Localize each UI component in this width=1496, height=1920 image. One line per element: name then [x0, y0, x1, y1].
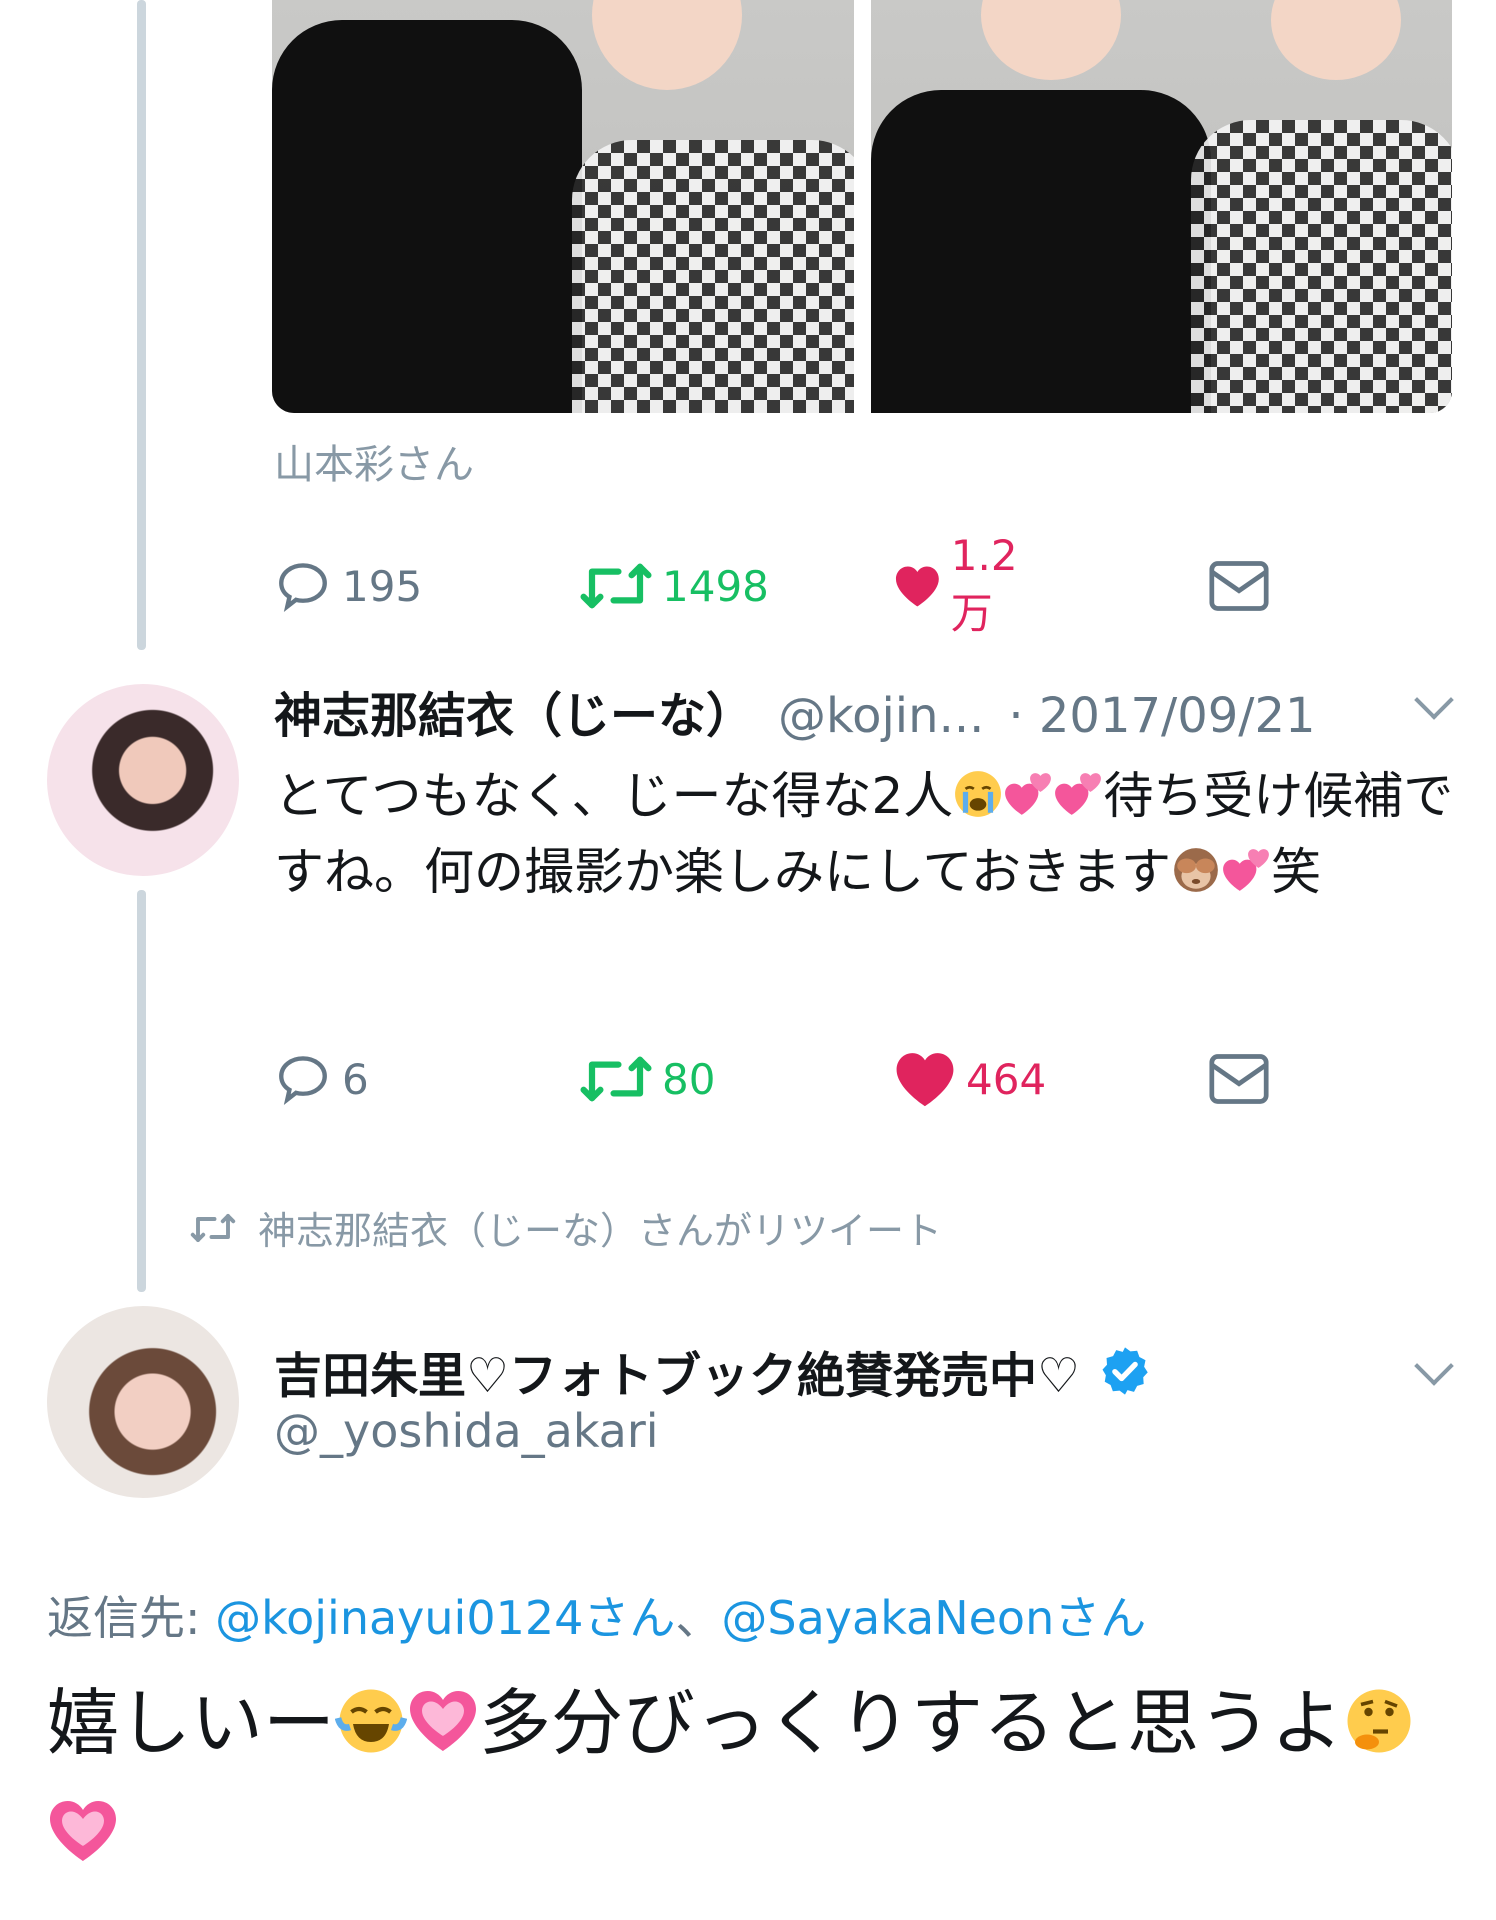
like-count: 1.2万: [950, 531, 1018, 638]
heart-icon: [895, 566, 939, 607]
chevron-down-icon[interactable]: [1414, 680, 1454, 720]
chevron-down-icon[interactable]: [1414, 1346, 1454, 1386]
reply-icon: [279, 1056, 327, 1105]
two-hearts-emoji-icon: [1055, 773, 1102, 815]
tears-of-joy-emoji-icon: [335, 1689, 408, 1753]
crying-face-emoji-icon: [955, 771, 1002, 817]
retweet-icon: [580, 563, 652, 609]
retweet-count: 80: [662, 1054, 716, 1104]
mention-link[interactable]: @SayakaNeonさん: [721, 1591, 1146, 1645]
heart-icon: [896, 1053, 954, 1107]
retweet-icon: [580, 1056, 652, 1102]
retweet-count: 1498: [662, 561, 769, 611]
envelope-icon: [1209, 561, 1269, 611]
avatar[interactable]: [47, 684, 239, 876]
two-hearts-emoji-icon: [1223, 849, 1269, 891]
tweet-header: 神志那結衣（じーな） @kojin... · 2017/09/21: [274, 676, 1316, 746]
two-hearts-emoji-icon: [1005, 773, 1052, 815]
like-button[interactable]: 1.2万: [894, 531, 1033, 638]
sparkling-heart-emoji-icon: [50, 1800, 116, 1861]
quoted-tweet-caption: 山本彩さん: [274, 442, 474, 488]
thread-line-top: [137, 0, 146, 650]
user-handle[interactable]: @kojin...: [778, 688, 984, 744]
thread-line-middle: [137, 890, 146, 1292]
reply-icon: [279, 563, 327, 612]
reply-button[interactable]: 6: [274, 1047, 369, 1111]
tweet-date[interactable]: · 2017/09/21: [1008, 688, 1315, 744]
retweet-icon: [190, 1213, 236, 1242]
reply-count: 6: [342, 1054, 369, 1104]
envelope-icon: [1209, 1054, 1269, 1104]
reply-count: 195: [342, 561, 423, 611]
avatar[interactable]: [47, 1306, 239, 1498]
dm-button[interactable]: [1208, 554, 1270, 618]
display-name[interactable]: 神志那結衣（じーな）: [274, 676, 754, 746]
sparkling-heart-emoji-icon: [410, 1690, 477, 1751]
dm-button[interactable]: [1208, 1047, 1270, 1111]
like-count: 464: [966, 1054, 1047, 1104]
reply-button[interactable]: 195: [274, 554, 422, 618]
display-name: 吉田朱里♡フォトブック絶賛発売中♡: [274, 1348, 1081, 1404]
thinking-face-emoji-icon: [1347, 1689, 1411, 1753]
author-name[interactable]: 吉田朱里♡フォトブック絶賛発売中♡: [274, 1336, 1152, 1406]
like-button[interactable]: 464: [894, 1047, 1046, 1111]
tweet-photo-1[interactable]: [272, 0, 854, 413]
retweet-banner-text: 神志那結衣（じーな）さんがリツイート: [258, 1209, 943, 1253]
tweet-text: とてつもなく、じーな得な2人 待ち受け候補ですね。何の撮影か楽しみにしておきます笑: [274, 767, 1454, 901]
reply-to-line: 返信先: @kojinayui0124さん、@SayakaNeonさん: [47, 1591, 1147, 1645]
tweet-photo-2[interactable]: [871, 0, 1452, 413]
retweet-button[interactable]: 80: [580, 1047, 715, 1111]
mention-link[interactable]: @kojinayui0124さん: [215, 1591, 675, 1645]
verified-badge-icon: [1102, 1347, 1148, 1395]
user-handle[interactable]: @_yoshida_akari: [274, 1404, 659, 1458]
retweet-button[interactable]: 1498: [580, 554, 769, 618]
see-no-evil-monkey-emoji-icon: [1174, 848, 1218, 892]
retweet-banner[interactable]: 神志那結衣（じーな）さんがリツイート: [190, 1200, 942, 1255]
main-tweet-text: 嬉しいー 多分びっくりすると思うよ: [47, 1668, 1447, 1888]
